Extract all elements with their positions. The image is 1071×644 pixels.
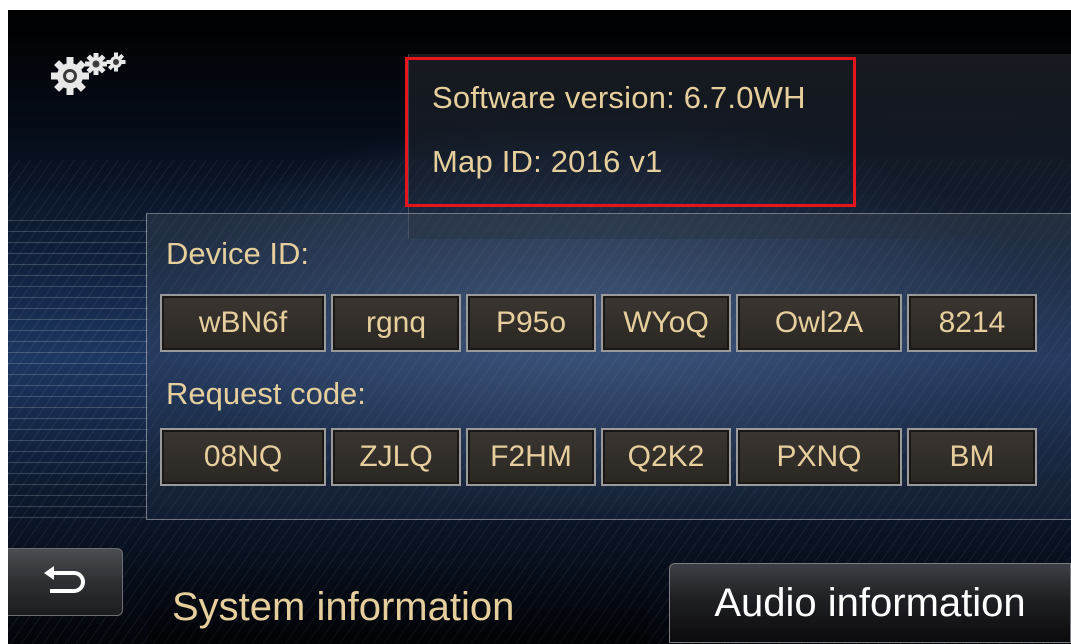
back-arrow-icon [42,565,88,600]
tab-audio-information-label: Audio information [714,580,1026,625]
device-id-cell: rgnq [331,294,461,352]
settings-gears-icon[interactable] [46,48,136,98]
request-code-cell: PXNQ [736,428,902,486]
request-code-cell: BM [907,428,1037,486]
request-code-label: Request code: [166,376,366,411]
head-unit-screen: Software version: 6.7.0WH Map ID: 2016 v… [8,10,1071,644]
request-code-cell: ZJLQ [331,428,461,486]
background-lines [8,220,148,520]
device-id-cell: wBN6f [160,294,326,352]
request-code-cell: 08NQ [160,428,326,486]
device-id-cell: WYoQ [601,294,731,352]
request-code-row: 08NQ ZJLQ F2HM Q2K2 PXNQ BM [160,428,1037,486]
device-id-label: Device ID: [166,236,309,271]
tab-audio-information[interactable]: Audio information [669,563,1071,643]
device-id-cell: P95o [466,294,596,352]
request-code-cell: Q2K2 [601,428,731,486]
tab-system-information[interactable]: System information [148,570,648,644]
highlight-box [405,57,856,207]
device-id-cell: Owl2A [736,294,902,352]
back-button[interactable] [8,548,123,616]
request-code-cell: F2HM [466,428,596,486]
device-id-row: wBN6f rgnq P95o WYoQ Owl2A 8214 [160,294,1037,352]
device-id-cell: 8214 [907,294,1037,352]
tab-system-information-label: System information [172,584,515,629]
